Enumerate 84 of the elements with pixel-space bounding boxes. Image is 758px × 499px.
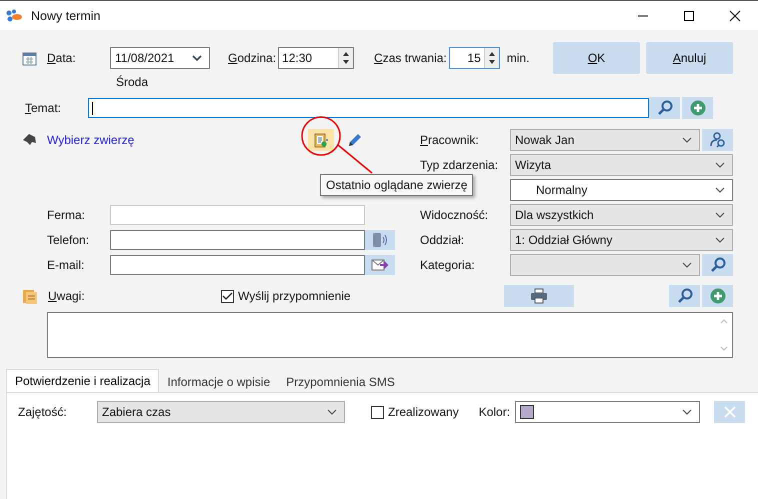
reminder-checkbox[interactable]: Wyślij przypomnienie (221, 289, 351, 303)
maximize-icon[interactable] (683, 10, 695, 22)
chevron-down-icon (192, 55, 202, 61)
dropdown[interactable]: Nowak Jan (510, 129, 700, 151)
spinner-arrows-icon[interactable] (338, 48, 354, 68)
dog-head-icon (22, 134, 37, 146)
field-label: Kategoria: (420, 258, 476, 272)
date-picker[interactable]: 11/08/2021 (110, 47, 210, 69)
leader-line (338, 144, 372, 174)
busy-label: Zajętość: (18, 404, 68, 421)
search-button[interactable] (702, 254, 733, 276)
close-icon[interactable] (729, 10, 741, 22)
dropdown[interactable]: 1: Oddział Główny (510, 229, 733, 251)
chevron-down-icon (715, 162, 725, 168)
chevron-down-icon (715, 212, 725, 218)
chevron-down-icon (682, 409, 692, 415)
highlight-circle (301, 116, 341, 156)
tab[interactable]: Informacje o wpisie (159, 371, 278, 392)
subject-field[interactable] (88, 98, 649, 118)
chevron-down-icon (715, 237, 725, 243)
duration-label: Czas trwania: (374, 51, 447, 65)
dropdown[interactable]: Dla wszystkich (510, 204, 733, 226)
realized-checkbox[interactable]: Zrealizowany (371, 401, 459, 423)
weekday-text: Środa (116, 75, 148, 89)
text-field[interactable] (110, 255, 365, 275)
tab[interactable]: Potwierdzenie i realizacja (6, 369, 160, 392)
field-label: Widoczność: (420, 208, 490, 222)
envelope-icon (371, 258, 389, 272)
printer-icon (530, 288, 548, 304)
spinner-arrows-icon[interactable] (484, 48, 499, 68)
time-label: Godzina: (228, 51, 276, 65)
phone-button[interactable] (365, 230, 395, 250)
search-button[interactable] (649, 97, 680, 119)
cancel-button[interactable]: Anuluj (646, 42, 733, 74)
ok-button[interactable]: OK (553, 42, 640, 74)
text-field[interactable] (110, 205, 365, 225)
busy-dropdown[interactable]: Zabiera czas (97, 401, 345, 423)
tooltip: Ostatnio oglądane zwierzę (320, 174, 474, 196)
search-button[interactable] (669, 285, 700, 307)
add-button[interactable] (682, 97, 713, 119)
add-button[interactable] (702, 285, 733, 307)
color-label: Kolor: (478, 404, 510, 421)
priority-dropdown[interactable]: Normalny (510, 179, 733, 201)
window-title: Nowy termin (31, 8, 100, 22)
notes-icon (22, 288, 38, 304)
subject-label: Temat: (25, 101, 62, 115)
dropdown[interactable]: Wizyta (510, 154, 733, 176)
calendar-icon (22, 50, 37, 66)
close-icon (724, 406, 736, 418)
plus-icon (710, 288, 726, 304)
select-animal-link[interactable]: Wybierz zwierzę (47, 133, 134, 147)
chevron-down-icon (327, 409, 337, 415)
search-icon (676, 288, 692, 304)
checkmark-icon (222, 292, 233, 300)
color-dropdown[interactable] (515, 401, 700, 423)
text-field[interactable] (110, 230, 365, 250)
plus-icon (690, 100, 706, 116)
app-logo-icon (5, 8, 23, 22)
chevron-down-icon (682, 137, 692, 143)
date-label: Data: (47, 51, 77, 65)
recent-animals-button[interactable] (308, 129, 334, 151)
send-email-button[interactable] (365, 255, 395, 275)
unit-label: min. (506, 51, 530, 65)
duration-field[interactable]: 15 (448, 47, 500, 69)
field-label: Pracownik: (420, 133, 480, 147)
find-person-button[interactable] (702, 129, 733, 151)
field-label: Telefon: (47, 233, 90, 247)
search-icon (656, 100, 672, 116)
pencil-icon[interactable] (347, 132, 363, 148)
notes-label: Uwagi: (48, 289, 86, 303)
time-field[interactable]: 12:30 (278, 47, 354, 69)
print-button[interactable] (504, 285, 574, 307)
field-label: E-mail: (47, 258, 86, 272)
chevron-down-icon (682, 262, 692, 268)
field-label: Ferma: (47, 208, 86, 222)
person-search-icon (708, 132, 726, 148)
search-icon (710, 257, 726, 273)
tab[interactable]: Przypomnienia SMS (278, 371, 403, 392)
clipboard-icon (313, 132, 329, 148)
chevron-down-icon (715, 187, 725, 193)
field-label: Oddział: (420, 233, 466, 247)
phone-icon (371, 232, 389, 248)
field-label: Typ zdarzenia: (420, 158, 500, 172)
notes-field[interactable] (47, 312, 733, 358)
